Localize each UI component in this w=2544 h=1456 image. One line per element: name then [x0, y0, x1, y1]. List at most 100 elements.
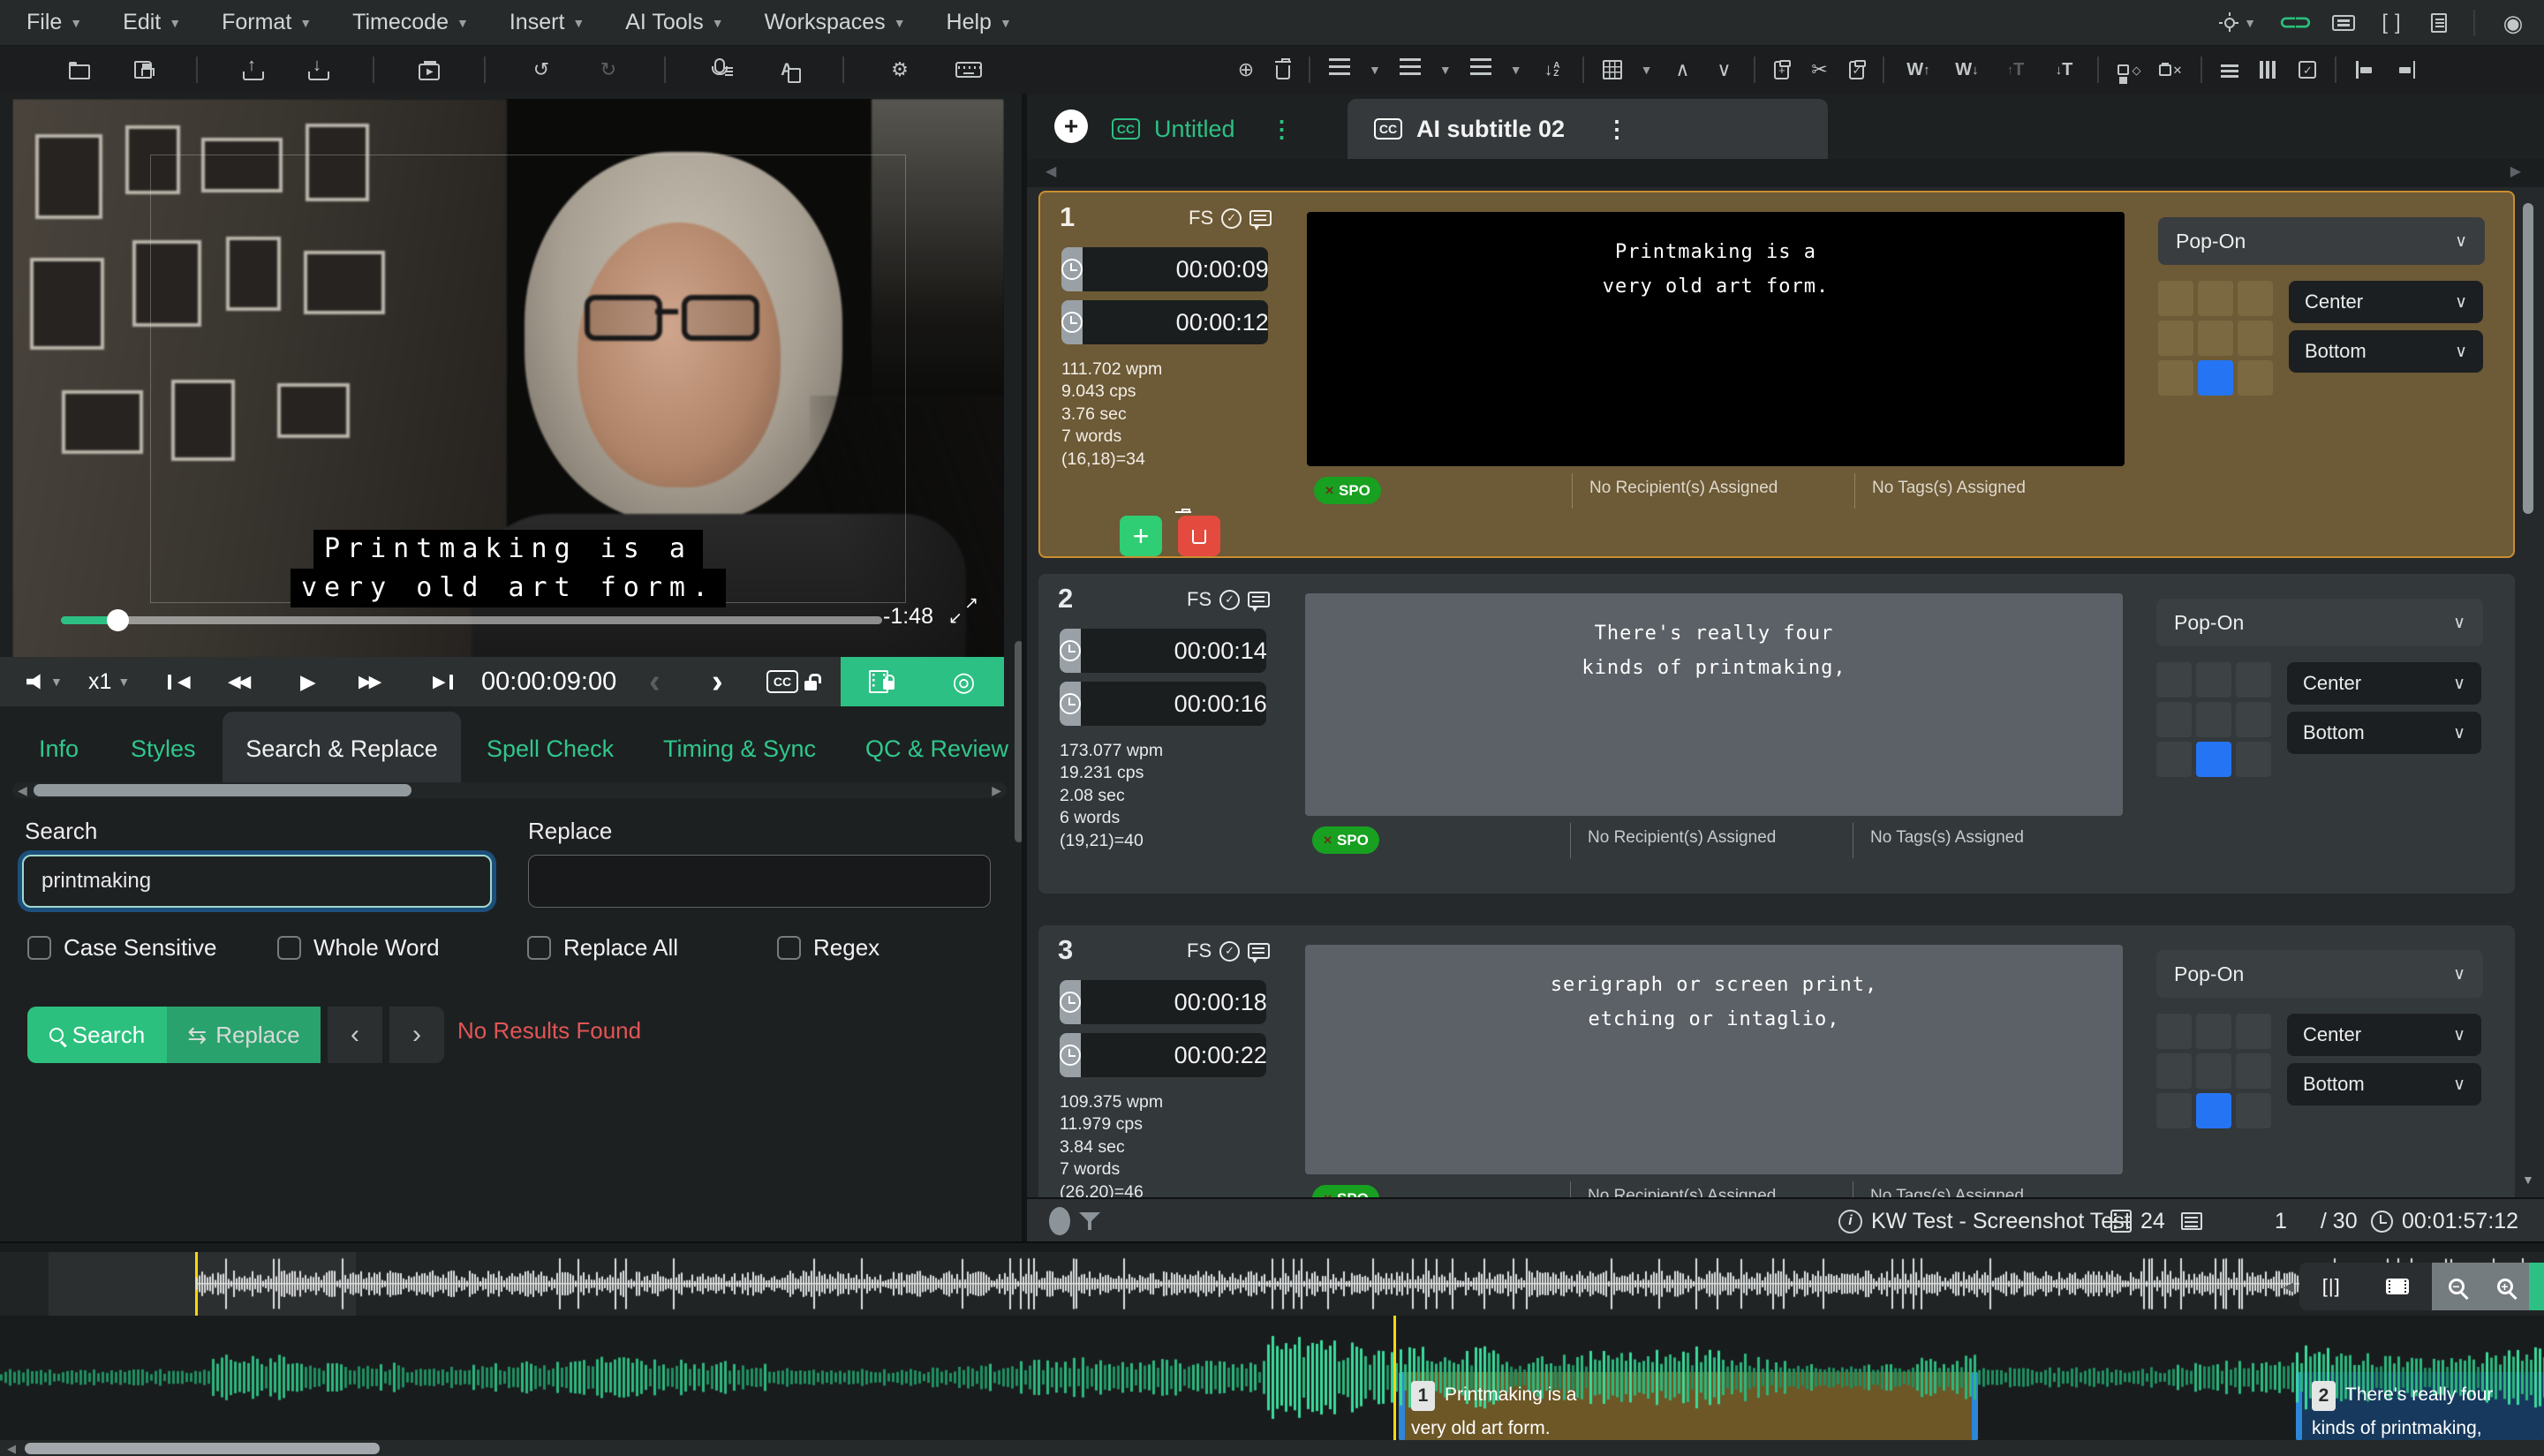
end-timecode[interactable] [1060, 682, 1266, 726]
end-timecode-input[interactable] [1081, 1033, 1266, 1077]
display-style-select[interactable]: Pop-On ∨ [2158, 217, 2485, 265]
replace-input[interactable] [528, 855, 991, 908]
tab-spell-check[interactable]: Spell Check [487, 712, 614, 786]
layout-icon[interactable] [2332, 15, 2355, 31]
approve-icon[interactable]: ✓ [2299, 61, 2317, 79]
tab-info[interactable]: Info [39, 712, 79, 786]
scrollbar-thumb[interactable] [34, 784, 411, 796]
next-event-button[interactable]: › [712, 657, 723, 706]
position-cell[interactable] [2156, 702, 2192, 737]
tags-text[interactable]: No Tags(s) Assigned [1870, 828, 2024, 848]
position-cell[interactable] [2238, 360, 2273, 396]
menu-help[interactable]: Help ▼ [947, 10, 1012, 35]
list-icon[interactable] [2180, 1212, 2202, 1230]
overview-playhead[interactable] [195, 1252, 198, 1316]
delete-event-icon[interactable] [1275, 58, 1291, 79]
info-icon[interactable]: i [1838, 1209, 1862, 1233]
position-cell[interactable] [2238, 281, 2273, 316]
position-cell[interactable] [2196, 662, 2231, 698]
fullscreen-expand-icon[interactable] [948, 593, 978, 629]
scroll-left-icon[interactable]: ◀ [18, 782, 27, 798]
position-cell-active[interactable] [2198, 360, 2233, 396]
video-viewport[interactable]: Printmaking is a very old art form. -1:4… [12, 99, 1004, 660]
clock-button[interactable] [1060, 1033, 1081, 1077]
align-right-icon[interactable] [1470, 58, 1491, 81]
comment-icon[interactable] [1248, 592, 1271, 612]
replace-all-checkbox[interactable]: Replace All [527, 934, 678, 962]
clock-button[interactable] [1061, 300, 1083, 344]
align-center-icon[interactable] [1400, 58, 1421, 81]
paste-icon[interactable]: + [1774, 59, 1792, 79]
position-cell[interactable] [2236, 1093, 2271, 1128]
search-input[interactable] [22, 855, 492, 908]
halign-select[interactable]: Center ∨ [2287, 1014, 2481, 1056]
search-button[interactable]: Search [27, 1007, 167, 1063]
tab-untitled[interactable]: Untitled ⋮ [1112, 99, 1294, 159]
position-cell[interactable] [2196, 1014, 2231, 1049]
undo-icon[interactable]: ↺ [530, 58, 553, 81]
tab-qc-review[interactable]: QC & Review [865, 712, 1008, 786]
position-cell[interactable] [2236, 1053, 2271, 1089]
move-up-icon[interactable]: ∧ [1671, 58, 1694, 81]
block-start-handle[interactable] [1399, 1372, 1405, 1440]
audio-overview-strip[interactable] [0, 1252, 2544, 1316]
subtitle-text-editor[interactable]: Printmaking is a very old art form. [1307, 212, 2125, 466]
subtitle-text-editor[interactable]: There's really four kinds of printmaking… [1305, 593, 2123, 816]
snap-start-icon[interactable] [2355, 59, 2376, 80]
start-timecode-input[interactable] [1081, 980, 1266, 1024]
event-row-3[interactable]: 3 FS ✓ 109.375 wpm 11.979 cps 3.84 sec 7… [1038, 925, 2515, 1197]
add-event-icon[interactable]: ⊕ [1234, 58, 1257, 81]
timeline-playhead[interactable] [1393, 1316, 1396, 1440]
fullscreen-icon[interactable]: [] [2382, 11, 2404, 34]
skip-end-button[interactable]: ▶ [433, 657, 453, 706]
notes-icon[interactable] [2431, 13, 2447, 33]
position-cell[interactable] [2236, 1014, 2271, 1049]
theme-toggle-button[interactable]: ▼ [2224, 16, 2256, 30]
insert-event-button[interactable]: + [1120, 516, 1162, 556]
event-row-2[interactable]: 2 FS ✓ 173.077 wpm 19.231 cps 2.08 sec 6… [1038, 574, 2515, 894]
filmstrip-icon[interactable] [2386, 1279, 2410, 1294]
valign-select[interactable]: Bottom ∨ [2287, 1063, 2481, 1105]
reel-icon[interactable]: ◉ [2502, 11, 2525, 34]
recipients-text[interactable]: No Recipient(s) Assigned [1589, 479, 1778, 498]
start-timecode-input[interactable] [1081, 629, 1266, 673]
end-timecode[interactable] [1061, 300, 1268, 344]
position-cell[interactable] [2196, 702, 2231, 737]
tags-text[interactable]: No Tags(s) Assigned [1872, 479, 2026, 498]
copy-check-icon[interactable]: ✓ [1849, 59, 1867, 79]
sync-mode-toggle[interactable]: ◎ [841, 657, 1004, 706]
position-cell[interactable] [2236, 742, 2271, 777]
tab-styles[interactable]: Styles [131, 712, 196, 786]
align-left-icon[interactable] [1329, 58, 1350, 81]
rewind-button[interactable]: ◀◀ [228, 657, 251, 706]
scroll-left-icon[interactable]: ◀ [1046, 162, 1056, 180]
menu-timecode[interactable]: Timecode ▼ [352, 10, 469, 35]
position-cell[interactable] [2158, 321, 2193, 356]
chevron-down-icon[interactable]: ▼ [1510, 63, 1522, 77]
menu-format[interactable]: Format ▼ [222, 10, 312, 35]
position-cell[interactable] [2198, 281, 2233, 316]
end-timecode-input[interactable] [1083, 300, 1268, 344]
menu-edit[interactable]: Edit ▼ [123, 10, 181, 35]
play-button[interactable]: ▶ [300, 657, 316, 706]
end-timecode-input[interactable] [1081, 682, 1266, 726]
start-timecode[interactable] [1060, 980, 1266, 1024]
scroll-left-icon[interactable]: ◀ [7, 1442, 16, 1456]
position-cell[interactable] [2198, 321, 2233, 356]
position-cell[interactable] [2196, 1053, 2231, 1089]
sort-az-icon[interactable] [1541, 58, 1564, 81]
tab-menu-icon[interactable]: ⋮ [1605, 116, 1628, 143]
position-cell[interactable] [2156, 662, 2192, 698]
tabs-scrollbar[interactable]: ◀ ▶ [12, 782, 1007, 798]
timeline-scrollbar[interactable]: ◀ [0, 1440, 2544, 1456]
translate-icon[interactable]: A [775, 58, 801, 83]
tab-search-replace[interactable]: Search & Replace [223, 712, 461, 786]
start-timecode[interactable] [1060, 629, 1266, 673]
import-media-icon[interactable] [419, 60, 440, 80]
halign-select[interactable]: Center ∨ [2289, 281, 2483, 323]
playback-speed-button[interactable]: x1 ▼ [88, 657, 130, 706]
timeline-zoom-area[interactable] [0, 1316, 2544, 1440]
position-cell[interactable] [2156, 1014, 2192, 1049]
overview-window[interactable] [49, 1252, 356, 1316]
remove-icon[interactable]: ✕ [1323, 834, 1332, 848]
